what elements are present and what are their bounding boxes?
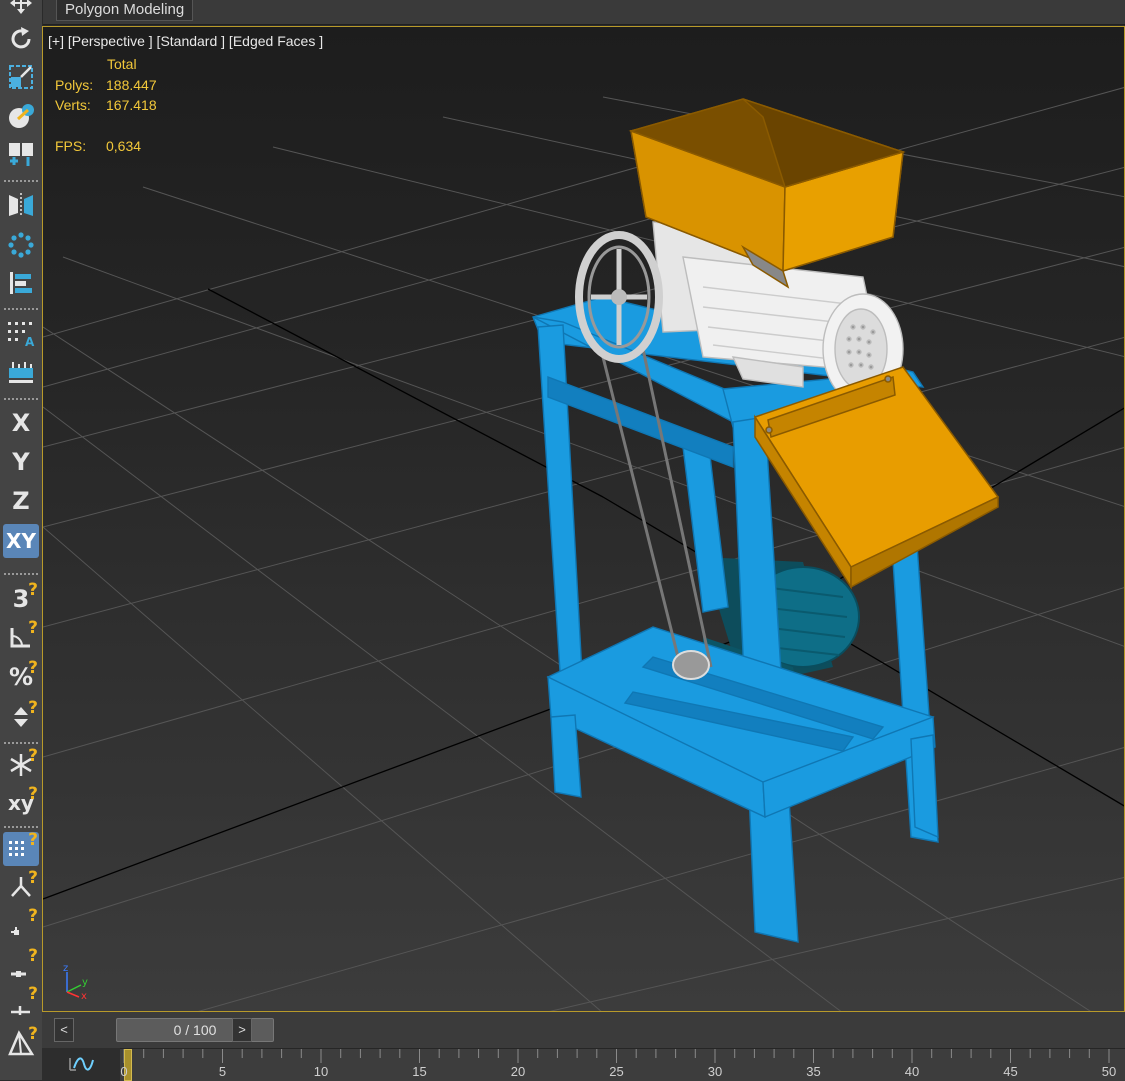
ruler-label: 15 [412, 1064, 427, 1079]
angle-snap-icon[interactable]: ? [3, 618, 39, 654]
ruler-label: 25 [609, 1064, 624, 1079]
ruler-label: 40 [904, 1064, 920, 1079]
ribbon: Polygon Modeling [0, 0, 1125, 25]
link-icon[interactable] [3, 138, 39, 172]
svg-text:A: A [25, 335, 35, 347]
xy-plane-button[interactable]: XY [3, 524, 39, 558]
select-region-icon[interactable]: A [3, 316, 39, 350]
axis-label-z: z [63, 963, 68, 974]
move-icon[interactable] [3, 0, 39, 20]
verts-label: Verts: [55, 97, 91, 113]
percent-snap-button[interactable]: %? [3, 658, 39, 694]
y-axis-button[interactable]: Y [3, 445, 39, 479]
array-icon[interactable] [3, 228, 39, 262]
viewport-label[interactable]: [+] [Perspective ] [Standard ] [Edged Fa… [48, 33, 323, 49]
ruler-label: 30 [707, 1064, 723, 1079]
scale-icon[interactable] [3, 60, 39, 94]
z-axis-button[interactable]: Z [3, 484, 39, 518]
ruler-label: 50 [1101, 1064, 1117, 1079]
x-axis-button[interactable]: X [3, 406, 39, 440]
perspective-viewport[interactable]: z y x [+] [Perspective ] [Standard ] [Ed… [42, 26, 1125, 1012]
fps-value: 0,634 [106, 138, 142, 154]
ruler-label: 45 [1003, 1064, 1018, 1079]
verts-value: 167.418 [106, 97, 157, 113]
polys-label: Polys: [55, 77, 94, 93]
axis-label-y: y [82, 977, 88, 988]
ruler-label: 10 [313, 1064, 329, 1079]
timeline-ruler[interactable]: 0 5 10 15 20 25 30 35 40 45 50 [120, 1048, 1125, 1081]
ruler-label: 35 [806, 1064, 821, 1079]
align-icon[interactable] [3, 266, 39, 300]
mirror-icon[interactable] [3, 188, 39, 222]
edge-snap-icon[interactable]: ? [3, 946, 39, 982]
rotate-icon[interactable] [3, 22, 39, 56]
next-frame-button[interactable]: > [232, 1018, 252, 1042]
polygon-modeling-tab[interactable]: Polygon Modeling [56, 0, 194, 21]
ruler-label: 20 [510, 1064, 526, 1079]
axis-label-x: x [81, 991, 87, 1002]
face-snap-icon[interactable]: ? [3, 984, 39, 1020]
grid-snap-icon[interactable]: ? [3, 830, 39, 866]
ruler-label: 0 [120, 1064, 128, 1079]
vertex-snap-icon[interactable]: ? [3, 906, 39, 942]
polys-value: 188.447 [106, 77, 157, 93]
spinner-snap-icon[interactable]: ? [3, 698, 39, 734]
motor-pulley [672, 650, 710, 680]
curve-editor-icon [69, 1057, 94, 1071]
xy-snap-button[interactable]: xy? [3, 784, 39, 820]
axis-gizmo: z y x [63, 963, 88, 1002]
snap-3d-button[interactable]: 3? [3, 580, 39, 616]
left-toolbar: A X Y Z XY 3? ? %? ? ? xy? ? ? ? ? ? ? [0, 0, 43, 1080]
place-icon[interactable] [3, 100, 39, 134]
stats-header: Total [107, 56, 137, 72]
timeline-bar: < 0 / 100 > 0 5 10 15 20 25 30 35 40 45 50 [42, 1012, 1125, 1081]
drive-pulley [575, 231, 663, 363]
freeze-icon[interactable]: ? [3, 746, 39, 782]
polygon-snap-icon[interactable]: ? [3, 1024, 39, 1060]
curve-editor-button[interactable] [42, 1048, 121, 1080]
ruler-label: 5 [218, 1064, 227, 1079]
pivot-icon[interactable]: ? [3, 868, 39, 904]
prev-frame-button[interactable]: < [54, 1018, 74, 1042]
fps-label: FPS: [55, 138, 87, 154]
scene-3d: z y x [43, 87, 1124, 1011]
measure-icon[interactable] [3, 356, 39, 390]
ground-grid [43, 87, 1124, 1011]
